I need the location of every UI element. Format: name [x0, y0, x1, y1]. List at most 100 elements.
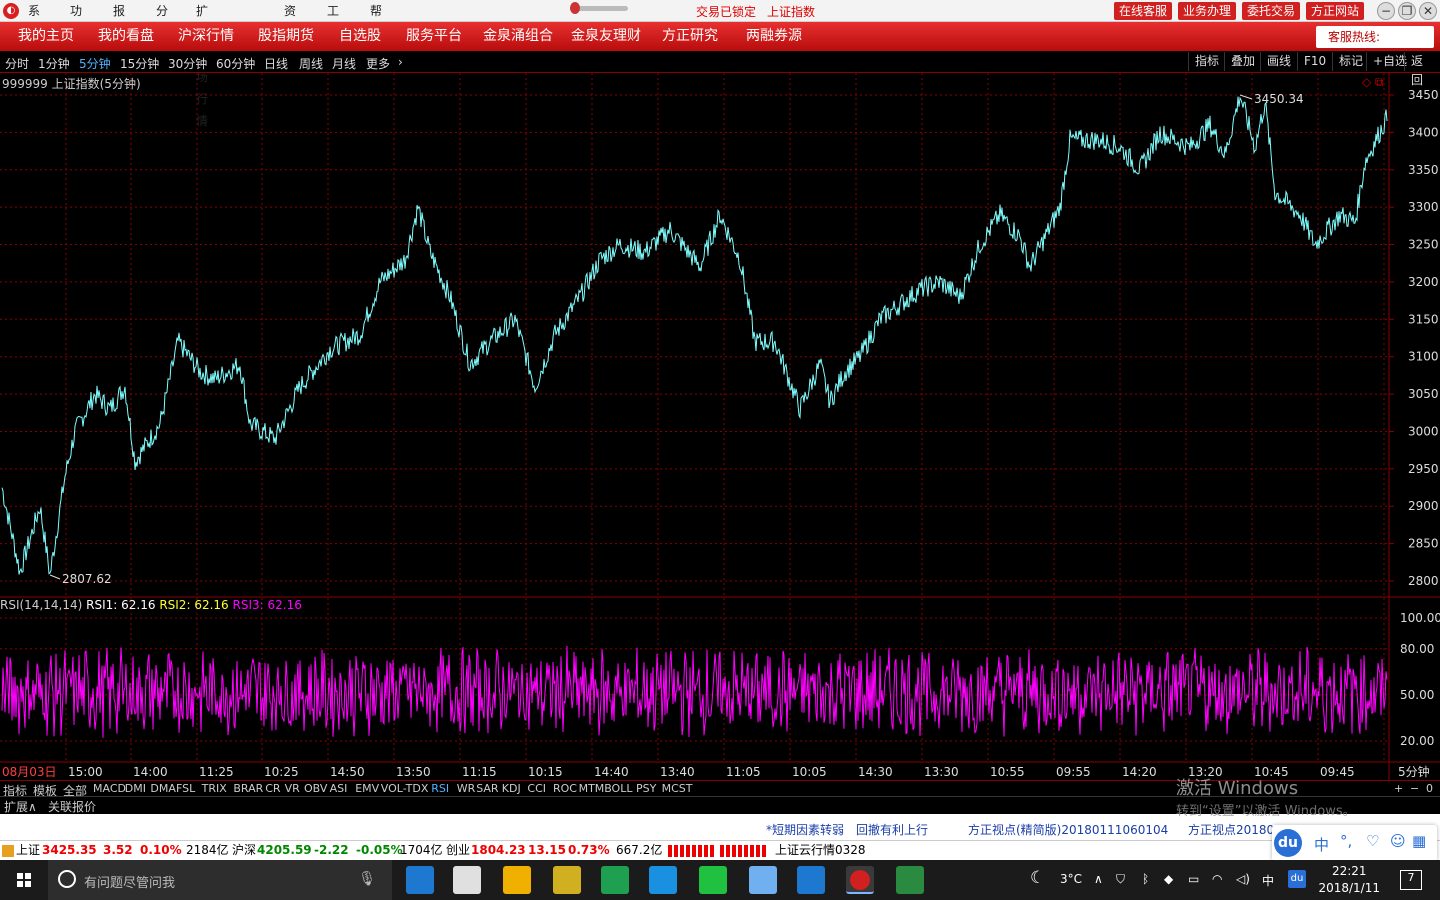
tray-expand-icon[interactable]: ∧: [1094, 872, 1103, 886]
taskbar-search[interactable]: 有问题尽管问我 🎙: [48, 860, 392, 900]
nav-item[interactable]: 我的看盘: [98, 22, 154, 51]
sh-name[interactable]: 上证: [16, 841, 40, 860]
nav-item[interactable]: 两融券源: [746, 22, 802, 51]
period-tab[interactable]: 日线: [264, 55, 288, 72]
ime-menu-icon[interactable]: ▦: [1412, 832, 1426, 850]
news-item[interactable]: 方正视点(精简版)20180111060104: [968, 821, 1168, 838]
indicator-tab[interactable]: DMI: [125, 782, 146, 795]
video-player-icon[interactable]: [649, 866, 677, 894]
ie-browser-icon[interactable]: [797, 866, 825, 894]
chart-area[interactable]: 3450 3400 3350 3300 3250 3200 3150 3100 3050 3000…: [0, 73, 1440, 781]
shield-icon[interactable]: ⛉: [1116, 872, 1125, 887]
start-button[interactable]: [0, 860, 48, 900]
clock[interactable]: 22:21 2018/1/11: [1318, 863, 1380, 897]
chart-tool-button[interactable]: 叠加: [1224, 52, 1261, 71]
wifi-icon[interactable]: ◠: [1212, 872, 1222, 886]
news-item[interactable]: 回撤有利上行: [856, 821, 928, 838]
period-tab[interactable]: 更多: [366, 55, 390, 72]
indicator-tab[interactable]: ASI: [330, 782, 348, 795]
indicator-tab[interactable]: CR: [265, 782, 280, 795]
cloud-quote-label[interactable]: 上证云行情0328: [775, 841, 866, 860]
nav-item[interactable]: 方正研究: [662, 22, 718, 51]
nav-item[interactable]: 沪深行情: [178, 22, 234, 51]
nav-item[interactable]: 服务平台: [406, 22, 462, 51]
ime-punctuation-icon[interactable]: °,: [1340, 832, 1352, 850]
microphone-icon[interactable]: 🎙: [358, 871, 376, 887]
ime-toolbar[interactable]: du 中 °, ♡ ☺ ▦: [1272, 825, 1437, 861]
period-tab[interactable]: 1分钟: [38, 55, 70, 72]
volume-slider[interactable]: [570, 2, 628, 14]
close-button[interactable]: ✕: [1419, 2, 1437, 20]
chart-mode-icon[interactable]: ◇ ⧉: [1362, 75, 1384, 90]
period-tab[interactable]: 月线: [332, 55, 356, 72]
nav-item[interactable]: 我的主页: [18, 22, 74, 51]
app-yellow-icon[interactable]: [553, 866, 581, 894]
hs-name[interactable]: 沪深: [232, 841, 256, 860]
indicator-tab[interactable]: VOL-TDX: [381, 782, 429, 795]
bluetooth-icon[interactable]: ᛒ: [1142, 872, 1149, 886]
indicator-tab[interactable]: BOLL: [604, 782, 632, 795]
founder-app-icon[interactable]: [846, 866, 874, 894]
indicator-zoom-button[interactable]: 0: [1426, 782, 1433, 795]
ime-keyboard-icon[interactable]: ♡: [1366, 832, 1379, 850]
indicator-tab[interactable]: TRIX: [202, 782, 227, 795]
nav-item[interactable]: 金泉涌组合: [483, 22, 553, 51]
nav-item[interactable]: 股指期货: [258, 22, 314, 51]
minimize-button[interactable]: −: [1377, 2, 1395, 20]
indicator-tab[interactable]: MTM: [579, 782, 605, 795]
indicator-tab[interactable]: EMV: [355, 782, 379, 795]
news-item[interactable]: *短期因素转弱: [766, 821, 844, 838]
service-button[interactable]: 委托交易: [1241, 2, 1300, 20]
cy-name[interactable]: 创业: [446, 841, 470, 860]
more-chevron-icon[interactable]: ›: [398, 55, 403, 69]
service-button[interactable]: 方正网站: [1305, 2, 1364, 20]
chart-canvas[interactable]: 3450 3400 3350 3300 3250 3200 3150 3100 3050 3000…: [0, 73, 1440, 781]
expand-button[interactable]: 扩展∧: [4, 798, 37, 815]
file-explorer-icon[interactable]: [503, 866, 531, 894]
indicator-zoom-button[interactable]: −: [1410, 782, 1419, 795]
indicator-tab[interactable]: BRAR: [233, 782, 263, 795]
indicator-tab[interactable]: CCI: [527, 782, 546, 795]
slider-knob[interactable]: [570, 2, 580, 14]
period-tab[interactable]: 60分钟: [216, 55, 255, 72]
notification-center-icon[interactable]: 7: [1400, 870, 1422, 890]
period-tab[interactable]: 周线: [299, 55, 323, 72]
chart-tool-button[interactable]: 画线: [1260, 52, 1297, 71]
baidu-tray-icon[interactable]: du: [1288, 870, 1306, 888]
diamond-app-icon[interactable]: ◆: [1164, 872, 1173, 886]
battery-icon[interactable]: ▭: [1188, 872, 1199, 886]
indicator-tab[interactable]: RSI: [431, 782, 449, 795]
indicator-tab[interactable]: MACD: [93, 782, 126, 795]
globe-app-icon[interactable]: [896, 866, 924, 894]
ime-user-icon[interactable]: ☺: [1390, 832, 1406, 850]
indicator-zoom-button[interactable]: +: [1394, 782, 1403, 795]
trading-app-icon[interactable]: [749, 866, 777, 894]
chart-tool-button[interactable]: 返回: [1404, 52, 1440, 87]
app-green-icon[interactable]: [601, 866, 629, 894]
period-tab[interactable]: 5分钟: [79, 55, 111, 72]
indicator-tab[interactable]: VR: [285, 782, 300, 795]
ime-indicator[interactable]: 中: [1262, 872, 1274, 889]
service-button[interactable]: 在线客服: [1113, 2, 1172, 20]
nav-item[interactable]: 金泉友理财: [571, 22, 641, 51]
related-quote-button[interactable]: 关联报价: [48, 798, 96, 815]
iqiyi-icon[interactable]: [699, 866, 727, 894]
chart-tool-button[interactable]: 标记: [1332, 52, 1369, 71]
nav-item[interactable]: 自选股: [339, 22, 381, 51]
chart-tool-button[interactable]: 指标: [1188, 52, 1225, 71]
restore-button[interactable]: ❐: [1398, 2, 1416, 20]
indicator-tab[interactable]: PSY: [636, 782, 656, 795]
indicator-tab[interactable]: DMA: [150, 782, 176, 795]
baidu-ime-logo-icon[interactable]: du: [1274, 829, 1302, 857]
indicator-tab[interactable]: ROC: [553, 782, 577, 795]
period-tab[interactable]: 30分钟: [168, 55, 207, 72]
chart-tool-button[interactable]: F10: [1297, 52, 1332, 71]
indicator-tab[interactable]: KDJ: [502, 782, 521, 795]
indicator-tab[interactable]: WR: [457, 782, 476, 795]
ime-language[interactable]: 中: [1314, 834, 1329, 855]
indicator-tab[interactable]: OBV: [304, 782, 327, 795]
period-tab[interactable]: 15分钟: [120, 55, 159, 72]
indicator-tab[interactable]: MCST: [662, 782, 693, 795]
store-icon[interactable]: [453, 866, 481, 894]
indicator-tab[interactable]: FSL: [176, 782, 195, 795]
